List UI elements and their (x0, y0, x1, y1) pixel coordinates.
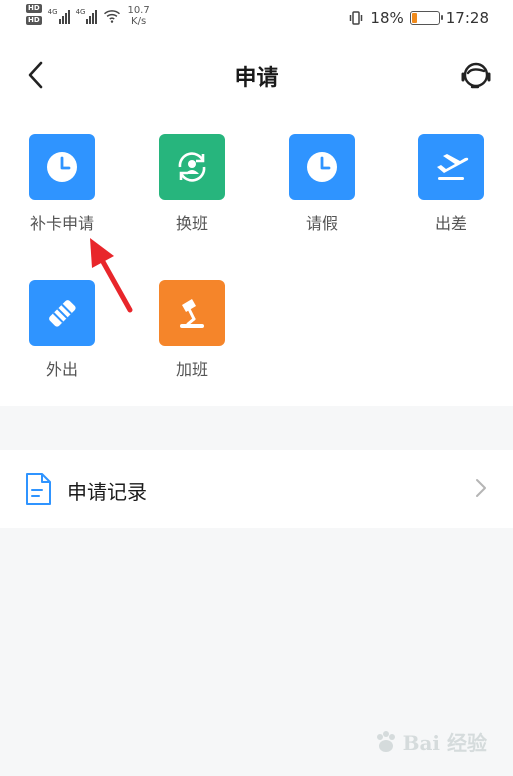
grid-label-go-out: 外出 (45, 360, 78, 379)
paw-logo-icon (376, 730, 395, 752)
leave-tile (289, 134, 355, 200)
card-reissue-tile (29, 134, 95, 200)
grid-item-overtime[interactable]: 加班 (132, 280, 252, 380)
grid-item-card-reissue[interactable]: 补卡申请 (2, 134, 122, 234)
network-type-2: 4G (75, 8, 86, 16)
vibrate-icon (350, 11, 363, 25)
application-records-row[interactable]: 申请记录 (0, 450, 513, 528)
function-grid: 补卡申请 换班 请假 出差 外出 加班 (0, 110, 513, 406)
status-bar: HD HD 4G 4G 10.7 K/s 18% 17:28 (0, 0, 513, 40)
chevron-right-icon (476, 479, 486, 497)
hd-badge-1: HD (26, 4, 42, 13)
annotation-arrow-icon (90, 238, 133, 313)
clock-icon (47, 152, 77, 182)
signal-icon-2: 4G (76, 4, 98, 24)
battery-fill (411, 13, 417, 23)
signal-icon-1: 4G (48, 4, 70, 24)
swap-person-icon (178, 152, 206, 182)
battery-percent: 18% (370, 9, 404, 27)
desk-lamp-icon (180, 299, 204, 328)
wifi-icon (104, 10, 121, 23)
grid-item-shift-swap[interactable]: 换班 (132, 134, 252, 234)
clock-time: 17:28 (445, 9, 489, 27)
network-type-1: 4G (47, 8, 58, 16)
battery-icon (409, 11, 443, 25)
status-left: HD HD 4G 4G 10.7 K/s (26, 4, 150, 27)
grid-label-business-trip: 出差 (434, 214, 467, 233)
application-records-label: 申请记录 (67, 480, 147, 504)
watermark-text: Bai 经验 (402, 731, 487, 755)
grid-item-business-trip[interactable]: 出差 (391, 134, 511, 234)
speed-unit: K/s (131, 16, 147, 27)
overtime-tile (159, 280, 225, 346)
customer-service-icon[interactable] (459, 58, 493, 92)
watermark: Bai 经验 (373, 727, 487, 756)
page-title: 申请 (234, 66, 279, 91)
app-header: 申请 (0, 40, 513, 110)
hd-badge-2: HD (26, 16, 42, 25)
status-right: 18% 17:28 (348, 9, 489, 27)
clock-icon (307, 152, 337, 182)
grid-item-leave[interactable]: 请假 (262, 134, 382, 234)
grid-label-overtime: 加班 (175, 360, 208, 379)
grid-label-shift-swap: 换班 (175, 214, 208, 233)
speed-value: 10.7 (127, 5, 150, 16)
hd-indicators: HD HD (26, 4, 42, 25)
shift-swap-tile (159, 134, 225, 200)
grid-label-leave: 请假 (305, 214, 338, 233)
document-icon (26, 473, 51, 505)
business-trip-tile (418, 134, 484, 200)
network-speed: 10.7 K/s (127, 5, 149, 27)
airplane-icon (437, 154, 469, 180)
handshake-icon (49, 300, 76, 327)
